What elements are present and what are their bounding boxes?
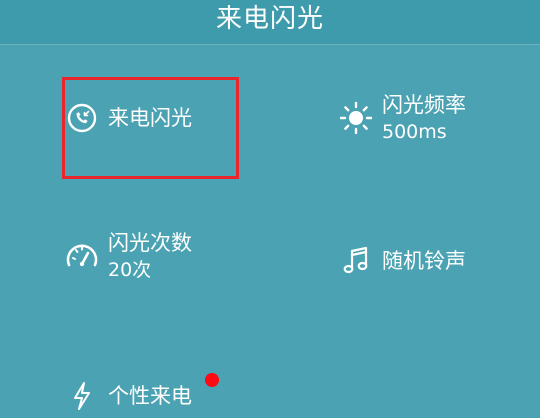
personal-call-label: 个性来电 bbox=[108, 384, 192, 408]
speedometer-icon bbox=[64, 238, 100, 274]
flash-frequency-value: 500ms bbox=[382, 121, 447, 143]
call-flash-text: 来电闪光 bbox=[108, 104, 192, 132]
notification-dot bbox=[205, 373, 219, 387]
flash-count-button[interactable]: 闪光次数 20次 bbox=[64, 229, 192, 283]
call-flash-label: 来电闪光 bbox=[108, 106, 192, 130]
call-flash-toggle-button[interactable]: 来电闪光 bbox=[64, 100, 192, 136]
random-ringtone-button[interactable]: 随机铃声 bbox=[338, 243, 466, 279]
random-ringtone-text: 随机铃声 bbox=[382, 247, 466, 275]
incoming-call-icon bbox=[64, 100, 100, 136]
sun-icon bbox=[338, 100, 374, 136]
page-title: 来电闪光 bbox=[215, 4, 324, 34]
flash-count-text: 闪光次数 20次 bbox=[108, 229, 192, 283]
flash-frequency-text: 闪光频率 500ms bbox=[382, 91, 466, 145]
title-bar: 来电闪光 bbox=[0, 0, 540, 44]
random-ringtone-label: 随机铃声 bbox=[382, 249, 466, 273]
personal-call-text: 个性来电 bbox=[108, 382, 192, 410]
personal-call-button[interactable]: 个性来电 bbox=[64, 378, 192, 414]
flash-count-value: 20次 bbox=[108, 259, 152, 281]
lightning-icon bbox=[64, 378, 100, 414]
music-note-icon bbox=[338, 243, 374, 279]
flash-frequency-label: 闪光频率 bbox=[382, 93, 466, 117]
flash-frequency-button[interactable]: 闪光频率 500ms bbox=[338, 91, 466, 145]
flash-count-label: 闪光次数 bbox=[108, 231, 192, 255]
